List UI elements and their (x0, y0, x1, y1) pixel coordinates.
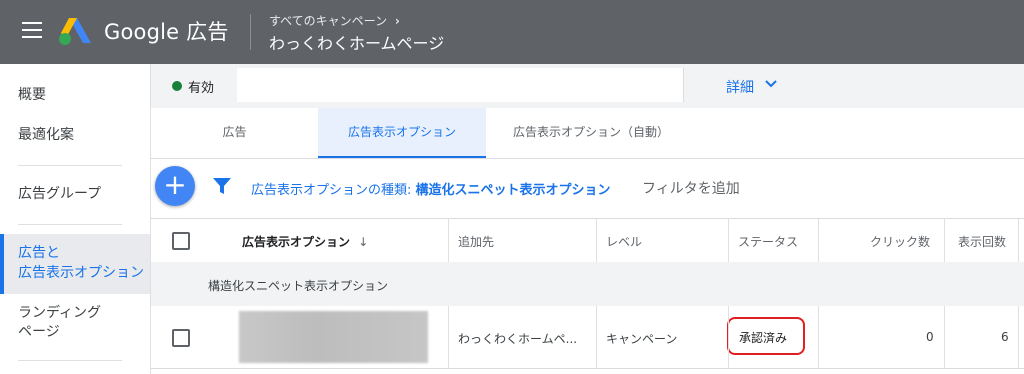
select-all-checkbox[interactable] (172, 232, 190, 250)
column-divider (1018, 306, 1019, 368)
sidebar-item-recommendations[interactable]: 最適化案 (0, 124, 150, 146)
sidebar-item-label: 概要 (18, 87, 46, 103)
column-divider (818, 306, 819, 368)
sidebar-item-label-line2: ページ (18, 324, 60, 340)
google-ads-logo-icon (59, 18, 91, 45)
top-app-bar: Google 広告 すべてのキャンペーン › わっくわくホームページ (0, 0, 1024, 64)
cell-status: 承認済み (739, 331, 788, 345)
column-header-impressions[interactable]: 表示回数 (958, 233, 1006, 250)
sidebar-divider (18, 165, 122, 166)
filter-value: 構造化スニペット表示オプション (415, 183, 611, 198)
add-button[interactable]: + (155, 166, 195, 206)
row-checkbox[interactable] (172, 329, 190, 347)
add-filter-button[interactable]: フィルタを追加 (642, 178, 740, 198)
column-header-clicks[interactable]: クリック数 (870, 233, 930, 250)
column-divider (448, 218, 449, 262)
breadcrumb[interactable]: すべてのキャンペーン › (269, 12, 400, 29)
status-panel (237, 68, 684, 102)
extension-preview-redacted (239, 311, 428, 363)
tab-auto-extensions[interactable]: 広告表示オプション（自動） (501, 108, 681, 158)
sidebar-item-overview[interactable]: 概要 (0, 84, 150, 106)
sidebar-item-ads-extensions[interactable]: 広告と 広告表示オプション (0, 234, 150, 294)
cell-impressions: 6 (1001, 330, 1009, 344)
sidebar-item-label-line1: ランディング (18, 305, 102, 321)
sidebar-item-landing-pages[interactable]: ランディング ページ (0, 302, 150, 346)
column-divider (728, 306, 729, 368)
sidebar-item-ad-groups[interactable]: 広告グループ (0, 183, 150, 205)
cell-clicks: 0 (926, 330, 934, 344)
status-label: 有効 (188, 81, 215, 96)
column-header-level[interactable]: レベル (606, 233, 642, 250)
chevron-right-icon: › (394, 14, 400, 28)
campaign-title[interactable]: わっくわくホームページ (269, 30, 444, 54)
side-navigation: 概要 最適化案 広告グループ 広告と 広告表示オプション ランディング ページ (0, 64, 151, 374)
column-divider (728, 218, 729, 262)
column-divider (596, 218, 597, 262)
active-filter-chip[interactable]: 広告表示オプションの種類: 構造化スニペット表示オプション (251, 179, 611, 198)
column-divider (944, 218, 945, 262)
column-divider (818, 218, 819, 262)
tab-extensions[interactable]: 広告表示オプション (318, 108, 486, 158)
active-indicator (0, 234, 4, 294)
header-divider (250, 14, 251, 50)
sidebar-item-label: 最適化案 (18, 127, 74, 143)
cell-level: キャンペーン (606, 332, 678, 346)
column-header-status[interactable]: ステータス (738, 233, 798, 250)
sidebar-item-label: 広告グループ (18, 186, 102, 202)
filter-icon[interactable] (213, 178, 231, 194)
column-header-extension[interactable]: 広告表示オプション ↓ (242, 233, 368, 250)
sidebar-divider (18, 224, 122, 225)
breadcrumb-label: すべてのキャンペーン (269, 14, 388, 28)
group-label: 構造化スニペット表示オプション (208, 279, 389, 293)
sidebar-divider (18, 360, 122, 361)
column-header-label: 広告表示オプション (242, 235, 351, 249)
column-divider (944, 306, 945, 368)
column-header-added-to[interactable]: 追加先 (458, 233, 494, 250)
sidebar-item-label-line2: 広告表示オプション (18, 265, 144, 281)
sidebar-item-label-line1: 広告と (18, 245, 60, 261)
column-divider (448, 306, 449, 368)
details-button[interactable]: 詳細 (726, 77, 754, 97)
tab-bar: 広告 広告表示オプション 広告表示オプション（自動） (151, 108, 1024, 159)
tab-ads[interactable]: 広告 (181, 108, 288, 158)
column-divider (596, 306, 597, 368)
chevron-down-icon[interactable] (764, 78, 778, 90)
cell-added-to[interactable]: わっくわくホームペ... (458, 330, 577, 347)
filter-prefix: 広告表示オプションの種類: (251, 183, 416, 198)
product-name: Google 広告 (104, 20, 229, 44)
menu-icon[interactable] (22, 22, 42, 40)
sort-arrow-icon: ↓ (358, 235, 369, 249)
column-divider (1018, 218, 1019, 262)
status-enabled-icon (172, 81, 182, 91)
